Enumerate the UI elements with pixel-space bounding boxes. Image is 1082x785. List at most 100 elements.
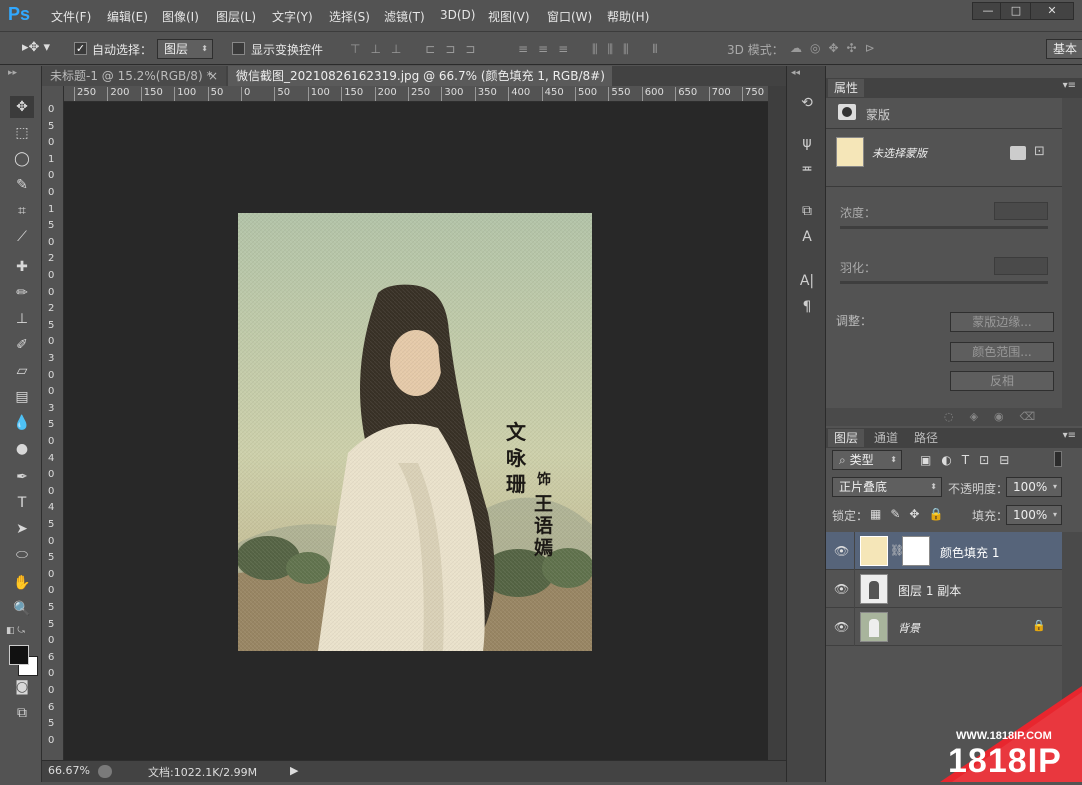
tab-layers[interactable]: 图层 <box>828 429 865 447</box>
workspace-switcher[interactable]: 基本 <box>1046 39 1082 59</box>
panel-menu-icon[interactable]: ▾≡ <box>1063 80 1076 91</box>
zoom-level[interactable]: 66.67% <box>48 764 90 777</box>
lasso-tool-icon[interactable]: ◯ <box>10 148 34 170</box>
move-tool-icon[interactable]: ✥ <box>10 96 34 118</box>
character-panel-icon[interactable]: A| <box>795 270 819 292</box>
visibility-eye-icon[interactable]: 👁 <box>834 582 849 596</box>
status-menu-icon[interactable] <box>98 765 112 778</box>
ellipse-tool-icon[interactable]: ⬭ <box>10 544 34 566</box>
layer-mask-thumbnail[interactable] <box>902 536 930 566</box>
layer-thumbnail[interactable] <box>860 536 888 566</box>
pixel-mask-icon[interactable] <box>1010 146 1026 160</box>
align-icons[interactable]: ⊤⊥⊥ ⊏⊐⊐ <box>350 42 485 56</box>
canvas-area[interactable]: 文 咏 珊 饰 王 语 嫣 <box>64 102 768 760</box>
layer-name[interactable]: 图层 1 副本 <box>898 582 961 599</box>
layer-row[interactable]: 👁 图层 1 副本 <box>826 570 1062 608</box>
paragraph-panel-icon[interactable]: ¶ <box>795 296 819 318</box>
layer-row[interactable]: 👁 背景 🔒 <box>826 608 1062 646</box>
history-panel-icon[interactable]: ⟲ <box>795 92 819 114</box>
layer-name[interactable]: 背景 <box>898 620 920 636</box>
menu-file[interactable]: 文件(F) <box>51 8 91 25</box>
status-expand-icon[interactable]: ▶ <box>290 764 298 777</box>
tab-channels[interactable]: 通道 <box>868 429 904 447</box>
menu-image[interactable]: 图像(I) <box>162 8 199 25</box>
blur-tool-icon[interactable]: 💧 <box>10 412 34 434</box>
menu-layer[interactable]: 图层(L) <box>216 8 256 25</box>
screen-mode-icon[interactable]: ⧉ <box>10 702 34 724</box>
horizontal-ruler[interactable]: 250 200 150 100 50 0 50 100 150 200 250 300 350 400 45… <box>64 86 768 102</box>
history-brush-tool-icon[interactable]: ✐ <box>10 334 34 356</box>
clone-source-icon[interactable]: ⧉ <box>795 200 819 222</box>
close-button[interactable]: ✕ <box>1030 2 1074 20</box>
gradient-tool-icon[interactable]: ▤ <box>10 386 34 408</box>
density-input[interactable] <box>994 202 1048 220</box>
tab-untitled[interactable]: 未标题-1 @ 15.2%(RGB/8) * × <box>42 66 226 86</box>
layer-name[interactable]: 颜色填充 1 <box>940 544 999 561</box>
healing-brush-tool-icon[interactable]: ✚ <box>10 256 34 278</box>
layer-filter-icons[interactable]: ▣◐T⊡⊟ <box>920 453 1019 467</box>
brush-panel-icon[interactable]: ≖ <box>795 158 819 180</box>
document-image[interactable]: 文 咏 珊 饰 王 语 嫣 <box>238 213 592 651</box>
move-tool-icon[interactable]: ▸✥ ▾ <box>22 40 50 55</box>
menu-filter[interactable]: 滤镜(T) <box>384 8 425 25</box>
fill-input[interactable]: 100% ▾ <box>1006 505 1062 525</box>
vector-mask-icon[interactable]: ⊡ <box>1034 144 1045 159</box>
density-slider[interactable] <box>840 226 1048 229</box>
dodge-tool-icon[interactable]: ● <box>10 438 34 460</box>
properties-footer-icons[interactable]: ◌◈◉⌫ <box>944 410 1051 423</box>
properties-scrollbar[interactable] <box>1062 98 1082 408</box>
layer-filter-dropdown[interactable]: ⌕ 类型 ⬍ <box>832 450 902 470</box>
fill-swatch-thumbnail[interactable] <box>836 137 864 167</box>
tab-active-document[interactable]: 微信截图_20210826162319.jpg @ 66.7% (颜色填充 1,… <box>228 66 612 103</box>
swap-colors-icon[interactable]: ◧ ⤿ <box>6 626 25 636</box>
show-transform-checkbox[interactable] <box>232 42 245 55</box>
auto-select-target-dropdown[interactable]: 图层 ⬍ <box>157 39 213 59</box>
menu-edit[interactable]: 编辑(E) <box>107 8 148 25</box>
visibility-eye-icon[interactable]: 👁 <box>834 620 849 634</box>
visibility-eye-icon[interactable]: 👁 <box>834 544 849 558</box>
zoom-tool-icon[interactable]: 🔍 <box>10 598 34 620</box>
distribute-icons[interactable]: ≡≡≡ ⫼⫼⫼ ⫴ <box>518 42 667 57</box>
layer-thumbnail[interactable] <box>860 574 888 604</box>
blend-mode-dropdown[interactable]: 正片叠底 ⬍ <box>832 477 942 497</box>
maximize-button[interactable]: □ <box>1000 2 1032 20</box>
eyedropper-tool-icon[interactable]: ⟋ <box>10 226 34 248</box>
foreground-color-swatch[interactable] <box>9 645 29 665</box>
menu-view[interactable]: 视图(V) <box>488 8 530 25</box>
filter-toggle[interactable] <box>1054 451 1062 467</box>
auto-select-checkbox[interactable]: ✓ <box>74 42 87 55</box>
menu-help[interactable]: 帮助(H) <box>607 8 649 25</box>
crop-tool-icon[interactable]: ⌗ <box>10 200 34 222</box>
refine-mask-edge-button[interactable]: 蒙版边缘... <box>950 312 1054 332</box>
vertical-ruler[interactable]: 0 5 0 1 0 0 1 5 0 2 0 0 2 5 0 3 0 0 3 5 0 4 0 0 4 5 0 5 0 0 5 5 0 6 0 0 6 5 0 <box>42 86 64 762</box>
opacity-input[interactable]: 100% ▾ <box>1006 477 1062 497</box>
path-select-tool-icon[interactable]: ➤ <box>10 518 34 540</box>
hand-tool-icon[interactable]: ✋ <box>10 572 34 594</box>
marquee-tool-icon[interactable]: ⬚ <box>10 122 34 144</box>
menu-type[interactable]: 文字(Y) <box>272 8 313 25</box>
collapse-icon[interactable]: ▸▸ <box>8 68 17 78</box>
eraser-tool-icon[interactable]: ▱ <box>10 360 34 382</box>
tab-properties[interactable]: 属性 <box>828 79 865 97</box>
vertical-scrollbar[interactable] <box>768 86 786 760</box>
menu-select[interactable]: 选择(S) <box>329 8 370 25</box>
layer-row[interactable]: 👁 ⛓ 颜色填充 1 <box>826 532 1062 570</box>
character-styles-icon[interactable]: A <box>795 226 819 248</box>
layer-thumbnail[interactable] <box>860 612 888 642</box>
tab-close-icon[interactable]: × <box>208 66 218 86</box>
panel-menu-icon[interactable]: ▾≡ <box>1063 430 1076 441</box>
tab-paths[interactable]: 路径 <box>908 429 944 447</box>
3d-mode-icons[interactable]: ☁◎✥✣⊳ <box>790 41 883 55</box>
stamp-tool-icon[interactable]: ⊥ <box>10 308 34 330</box>
collapse-icon[interactable]: ◂◂ <box>791 68 800 78</box>
quick-select-tool-icon[interactable]: ✎ <box>10 174 34 196</box>
brush-tool-icon[interactable]: ✏ <box>10 282 34 304</box>
feather-input[interactable] <box>994 257 1048 275</box>
color-range-button[interactable]: 颜色范围... <box>950 342 1054 362</box>
type-tool-icon[interactable]: T <box>10 492 34 514</box>
brush-presets-icon[interactable]: ψ <box>795 132 819 154</box>
quick-mask-icon[interactable]: ◙ <box>10 676 34 698</box>
menu-3d[interactable]: 3D(D) <box>440 8 475 22</box>
lock-icons[interactable]: ▦✎✥🔒 <box>870 507 952 521</box>
menu-window[interactable]: 窗口(W) <box>547 8 592 25</box>
